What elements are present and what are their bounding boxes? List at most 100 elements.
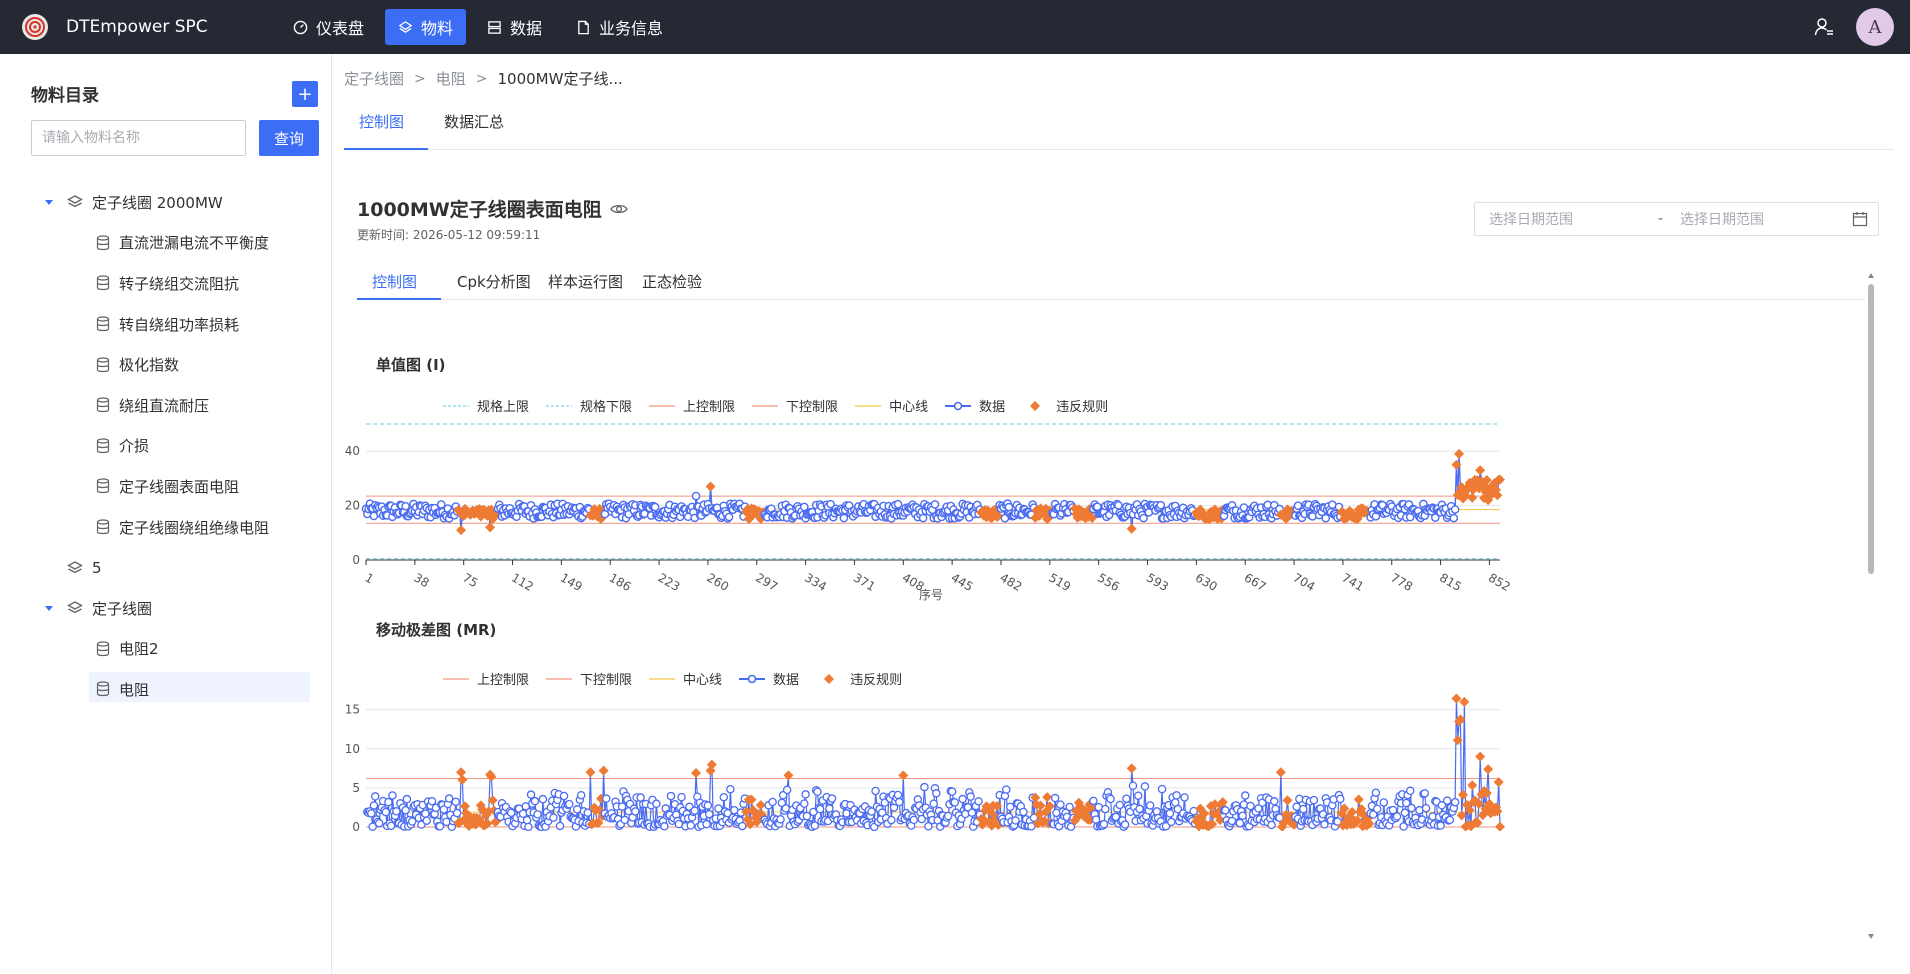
query-button[interactable]: 查询 [259, 120, 319, 156]
mr-violation-point [457, 774, 468, 785]
tree-item[interactable]: 转自绕组功率损耗 [0, 304, 332, 345]
mr-data-point [726, 784, 735, 794]
mr-data-point [1270, 797, 1279, 806]
avatar[interactable]: A [1856, 8, 1894, 46]
i-x-tick-label: 778 [1388, 570, 1415, 594]
user-settings-icon[interactable] [1814, 17, 1834, 37]
tree-item[interactable]: 直流泄漏电流不平衡度 [0, 223, 332, 264]
add-material-button[interactable]: + [292, 81, 318, 107]
tree-item[interactable]: 5 [0, 547, 332, 588]
data-point [691, 491, 701, 501]
mr-data-point [895, 797, 904, 807]
tree-item[interactable]: 介损 [0, 426, 332, 467]
group-icon [67, 195, 83, 209]
mr-data-point [565, 799, 574, 809]
caret-down-icon[interactable] [45, 605, 53, 611]
mr-data-point [943, 811, 953, 821]
violation-point [456, 525, 467, 536]
mr-data-point [958, 794, 967, 804]
mr-data-point [1002, 785, 1011, 794]
mr-data-point [686, 821, 696, 830]
mr-violation-point [598, 765, 609, 776]
tree-item[interactable]: 定子线圈表面电阻 [0, 466, 332, 507]
tree-item[interactable]: 定子线圈 2000MW [0, 182, 332, 223]
tree-item[interactable]: 定子线圈绕组绝缘电阻 [0, 507, 332, 548]
mr-data-point [1336, 794, 1345, 804]
database-icon [96, 316, 110, 332]
tree-item-label: 电阻 [119, 680, 150, 699]
violation-point [705, 481, 716, 492]
tree-item[interactable]: 极化指数 [0, 344, 332, 385]
mr-data-point [1134, 791, 1143, 800]
mr-data-point [932, 789, 941, 798]
material-search-input[interactable] [31, 120, 246, 156]
tree-item-label: 绕组直流耐压 [119, 396, 210, 415]
mr-data-point [1445, 815, 1455, 825]
group-icon [67, 560, 83, 575]
i-y-tick-label: 40 [345, 444, 360, 458]
nav-material[interactable]: 物料 [385, 9, 467, 45]
mr-data-point [800, 799, 809, 808]
data-point [893, 499, 903, 509]
mr-data-point [530, 796, 540, 806]
tree-item[interactable]: 电阻2 [0, 629, 332, 670]
database-icon [96, 357, 110, 373]
database-icon [96, 478, 110, 494]
mr-data-point [1122, 794, 1131, 803]
database-icon [96, 681, 110, 697]
database-icon [96, 275, 110, 291]
caret-down-icon[interactable] [45, 199, 53, 205]
nav-data[interactable]: 数据 [474, 9, 555, 45]
data-point [918, 513, 928, 523]
mr-data-point [1267, 820, 1276, 830]
tree-item[interactable]: 绕组直流耐压 [0, 385, 332, 426]
mr-data-point [950, 798, 960, 807]
scrollbar-thumb[interactable] [1868, 284, 1874, 574]
nav-business-info-label: 业务信息 [599, 19, 664, 38]
scroll-up-icon[interactable] [1868, 273, 1874, 278]
mr-y-tick-label: 10 [345, 742, 360, 756]
mr-violation-point [1282, 795, 1293, 806]
i-x-tick-label: 75 [460, 570, 480, 590]
mr-data-point [1066, 822, 1076, 832]
data-point [1114, 500, 1123, 510]
mr-data-point [384, 797, 393, 807]
app-logo-icon [22, 14, 48, 40]
nav-business-info[interactable]: 业务信息 [563, 9, 676, 45]
mr-data-point [929, 799, 938, 809]
material-tree: 定子线圈 2000MW 直流泄漏电流不平衡度 转子绕组交流阻抗 转自绕组功率损耗 极化指… [0, 182, 332, 710]
nav-dashboard[interactable]: 仪表盘 [280, 9, 377, 45]
mr-data-point [1180, 793, 1189, 802]
tree-item[interactable]: 转子绕组交流阻抗 [0, 263, 332, 304]
mr-data-point [555, 821, 565, 831]
mr-data-point [702, 819, 711, 829]
violation-point [485, 522, 496, 533]
mr-data-point [1145, 801, 1155, 810]
mr-violation-point [755, 800, 766, 811]
i-x-tick-label: 519 [1046, 570, 1073, 594]
mr-y-tick-label: 15 [345, 703, 360, 717]
data-point [1293, 501, 1303, 511]
scroll-down-icon[interactable] [1868, 934, 1874, 939]
mr-data-point [719, 792, 729, 802]
mr-data-point [1221, 806, 1230, 815]
i-x-tick-label: 741 [1339, 570, 1366, 594]
mr-data-point [1065, 802, 1074, 812]
mr-data-point [1099, 819, 1109, 829]
brand[interactable]: DTEmpower SPC [22, 14, 280, 40]
mr-data-point [1240, 791, 1250, 800]
mr-data-point [1436, 821, 1445, 830]
mr-data-point [1152, 807, 1162, 816]
database-icon [96, 438, 110, 454]
mr-data-point [1140, 782, 1150, 791]
mr-violation-point [1275, 767, 1286, 778]
tree-item-label: 定子线圈表面电阻 [119, 477, 240, 496]
app-name: DTEmpower SPC [66, 17, 208, 37]
i-x-tick-label: 38 [411, 570, 431, 590]
tree-item[interactable]: 定子线圈 [0, 588, 332, 629]
tree-item[interactable]: 电阻 [0, 669, 332, 710]
violation-point [1126, 523, 1137, 534]
nav-material-label: 物料 [421, 19, 454, 38]
i-x-tick-label: 852 [1486, 570, 1513, 594]
i-x-tick-label: 704 [1291, 570, 1318, 594]
